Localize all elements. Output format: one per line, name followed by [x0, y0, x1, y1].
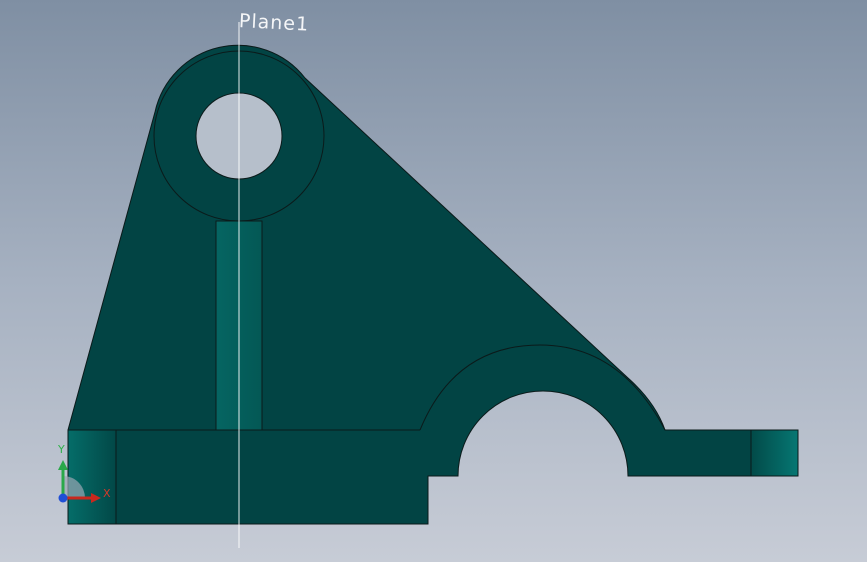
bracket-body[interactable]	[67, 44, 799, 525]
graphics-viewport[interactable]: Plane1 X Y	[0, 0, 867, 562]
triad-y-arrow	[58, 460, 68, 470]
plane-label[interactable]: Plane1	[238, 10, 309, 36]
part-model[interactable]	[0, 0, 867, 562]
tab-right-end-face[interactable]	[750, 429, 799, 477]
triad-z-origin	[58, 493, 68, 503]
base-left-end-face[interactable]	[67, 429, 117, 525]
triad-x-label: X	[103, 487, 111, 500]
triad-y-label: Y	[58, 443, 65, 456]
